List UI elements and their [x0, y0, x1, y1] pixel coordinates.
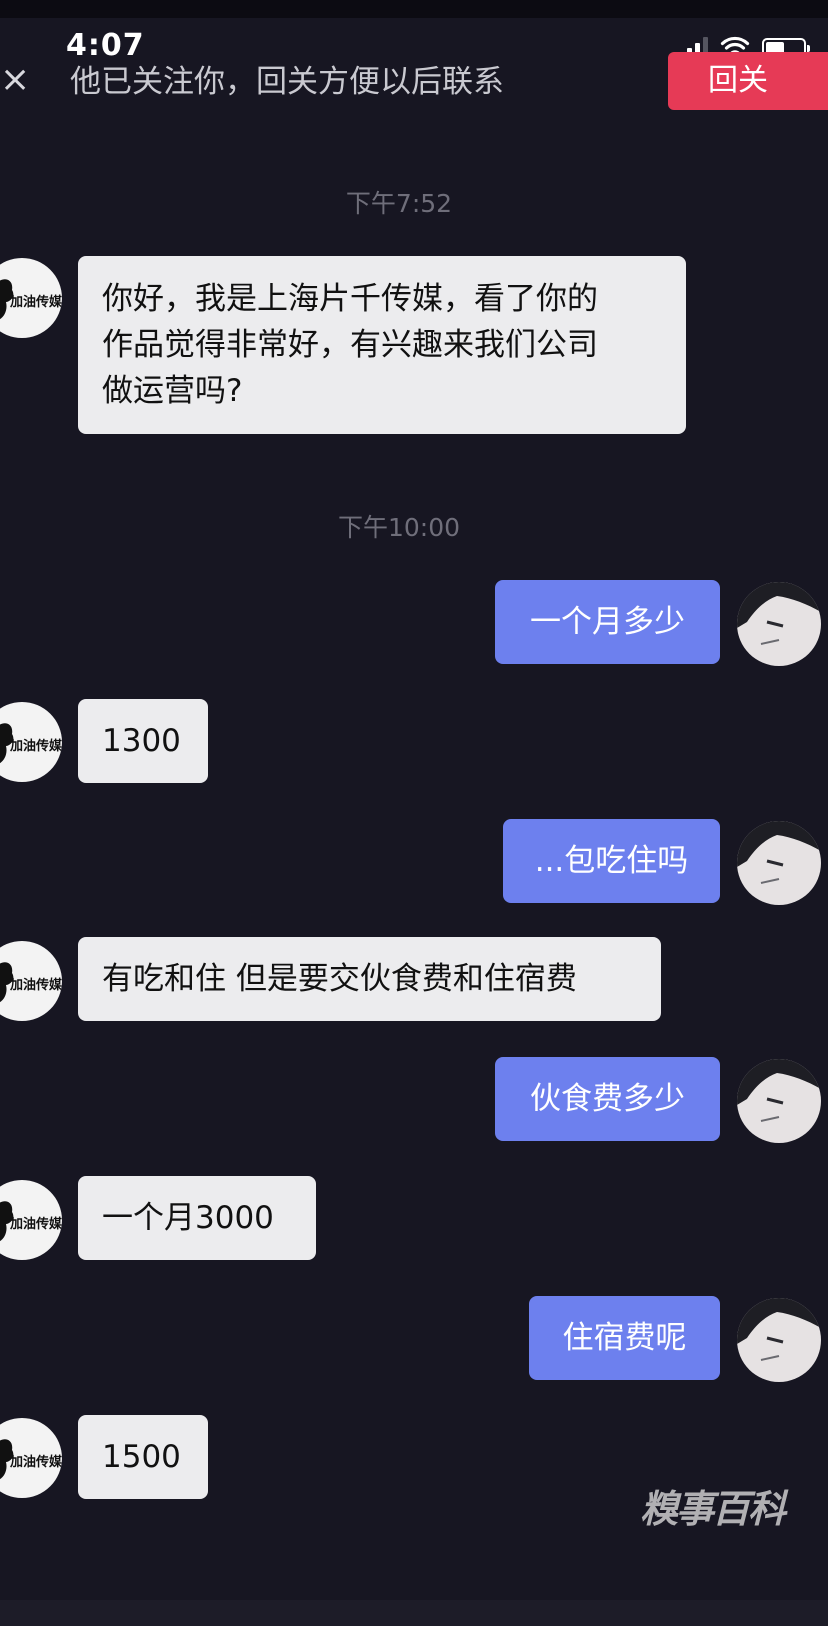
user-avatar[interactable]	[737, 582, 821, 666]
contact-avatar[interactable]: 加油传媒	[0, 941, 62, 1021]
contact-avatar[interactable]: 加油传媒	[0, 702, 62, 782]
user-avatar[interactable]	[737, 821, 821, 905]
incoming-message-bubble[interactable]: 有吃和住 但是要交伙食费和住宿费	[78, 937, 661, 1021]
close-icon[interactable]: ×	[0, 60, 30, 100]
user-avatar[interactable]	[737, 1298, 821, 1382]
outgoing-message-bubble[interactable]: 住宿费呢	[529, 1296, 720, 1380]
message-text-line: 作品觉得非常好，有兴趣来我们公司	[102, 327, 598, 363]
follow-banner-text: 他已关注你，回关方便以后联系	[70, 64, 504, 100]
message-text-line: 做运营吗?	[102, 373, 243, 409]
status-time: 4:07	[66, 28, 145, 63]
outgoing-message-bubble[interactable]: 一个月多少	[495, 580, 720, 664]
top-edge	[0, 0, 828, 18]
incoming-message-bubble[interactable]: 1500	[78, 1415, 208, 1499]
incoming-message-bubble[interactable]: 1300	[78, 699, 208, 783]
follow-back-button[interactable]: 回关	[668, 52, 828, 110]
svg-text:加油传媒: 加油传媒	[9, 1216, 62, 1232]
outgoing-message-bubble[interactable]: ...包吃住吗	[503, 819, 720, 903]
svg-text:加油传媒: 加油传媒	[9, 977, 62, 993]
message-text-line: 你好，我是上海片千传媒，看了你的	[102, 281, 598, 317]
message-timestamp: 下午7:52	[345, 189, 453, 218]
message-timestamp: 下午10:00	[337, 513, 461, 542]
contact-avatar[interactable]: 加油传媒	[0, 1418, 62, 1498]
watermark-logo: 糗事百科	[640, 1487, 786, 1531]
svg-text:加油传媒: 加油传媒	[9, 738, 62, 754]
contact-avatar[interactable]: 加油传媒	[0, 1180, 62, 1260]
incoming-message-bubble[interactable]: 你好，我是上海片千传媒，看了你的 作品觉得非常好，有兴趣来我们公司 做运营吗?	[78, 256, 686, 434]
user-avatar[interactable]	[737, 1059, 821, 1143]
svg-text:加油传媒: 加油传媒	[9, 294, 62, 310]
svg-text:加油传媒: 加油传媒	[9, 1454, 62, 1470]
outgoing-message-bubble[interactable]: 伙食费多少	[495, 1057, 720, 1141]
incoming-message-bubble[interactable]: 一个月3000	[78, 1176, 316, 1260]
bottom-bar	[0, 1600, 828, 1626]
contact-avatar[interactable]: 加油传媒	[0, 258, 62, 338]
